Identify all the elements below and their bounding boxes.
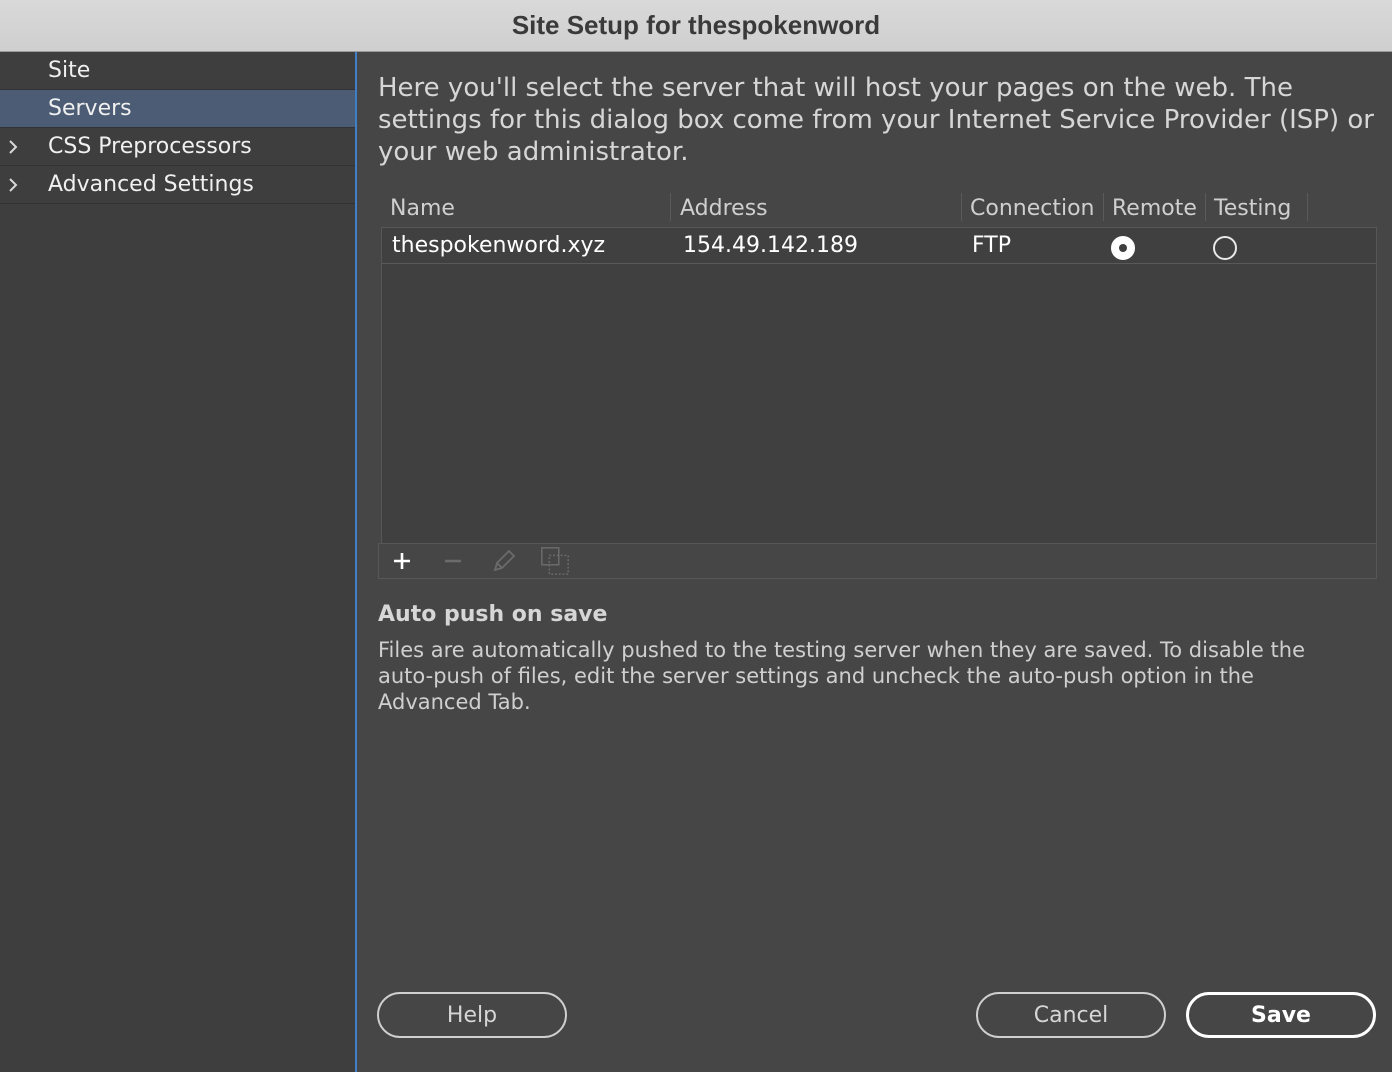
auto-push-description: Files are automatically pushed to the te… bbox=[378, 638, 1305, 714]
column-header-address[interactable]: Address bbox=[671, 189, 961, 227]
server-name: thespokenword.xyz bbox=[392, 233, 606, 258]
save-button[interactable]: Save bbox=[1186, 992, 1376, 1038]
sidebar-item-servers[interactable]: Servers bbox=[0, 90, 355, 128]
sidebar-item-label: Servers bbox=[48, 96, 132, 121]
sidebar: Site Servers CSS Preprocessors Advanced … bbox=[0, 52, 356, 1072]
help-button[interactable]: Help bbox=[377, 992, 567, 1038]
auto-push-title: Auto push on save bbox=[378, 602, 608, 627]
servers-panel: Here you'll select the server that will … bbox=[357, 52, 1392, 1072]
duplicate-icon[interactable] bbox=[539, 546, 571, 576]
server-connection: FTP bbox=[972, 233, 1011, 258]
cancel-button[interactable]: Cancel bbox=[976, 992, 1166, 1038]
window-title: Site Setup for thespokenword bbox=[511, 10, 881, 40]
intro-text: Here you'll select the server that will … bbox=[378, 73, 1374, 167]
chevron-right-icon[interactable] bbox=[5, 173, 21, 197]
plus-icon[interactable] bbox=[386, 546, 418, 576]
table-row[interactable]: thespokenword.xyz 154.49.142.189 FTP bbox=[382, 228, 1376, 264]
column-header-name[interactable]: Name bbox=[381, 189, 671, 227]
title-bar: Site Setup for thespokenword bbox=[0, 0, 1392, 52]
sidebar-item-site[interactable]: Site bbox=[0, 52, 355, 90]
sidebar-item-label: Advanced Settings bbox=[48, 172, 254, 197]
column-header-remote[interactable]: Remote bbox=[1103, 189, 1205, 227]
chevron-right-icon[interactable] bbox=[5, 135, 21, 159]
servers-toolbar bbox=[378, 543, 1377, 579]
minus-icon[interactable] bbox=[437, 546, 469, 576]
sidebar-item-label: CSS Preprocessors bbox=[48, 134, 252, 159]
testing-radio[interactable] bbox=[1213, 236, 1237, 260]
column-divider bbox=[1307, 193, 1308, 221]
column-header-connection[interactable]: Connection bbox=[961, 189, 1103, 227]
pencil-icon[interactable] bbox=[488, 546, 520, 576]
column-header-testing[interactable]: Testing bbox=[1205, 189, 1307, 227]
servers-table-header: Name Address Connection Remote Testing bbox=[381, 189, 1377, 227]
servers-table: thespokenword.xyz 154.49.142.189 FTP bbox=[381, 227, 1377, 545]
sidebar-item-css-preprocessors[interactable]: CSS Preprocessors bbox=[0, 128, 355, 166]
server-address: 154.49.142.189 bbox=[683, 233, 858, 258]
sidebar-item-label: Site bbox=[48, 58, 91, 83]
remote-radio[interactable] bbox=[1111, 236, 1135, 260]
sidebar-item-advanced-settings[interactable]: Advanced Settings bbox=[0, 166, 355, 204]
